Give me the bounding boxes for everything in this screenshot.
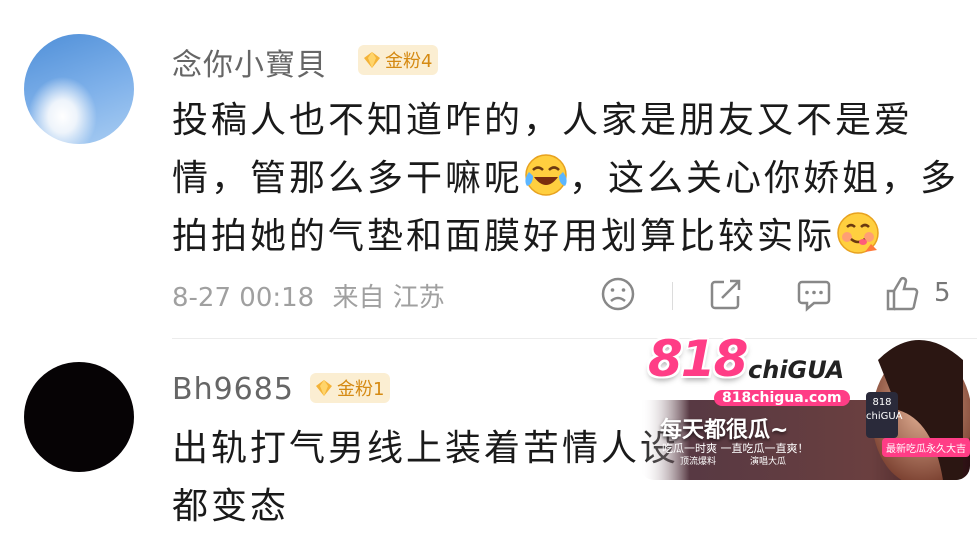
- badge-label: 金粉4: [385, 51, 433, 72]
- diamond-icon: [364, 52, 380, 68]
- comment-line-2: 情，管那么多干嘛呢 ，这么关心你娇姐，多: [172, 150, 962, 208]
- comment-line-4: 拍拍她的气垫和面膜好用划算比较实际: [172, 208, 962, 266]
- username[interactable]: 念你小寶貝: [172, 40, 327, 84]
- dislike-icon[interactable]: [598, 274, 638, 314]
- share-icon[interactable]: [706, 274, 746, 314]
- comment-line: 情，管那么多干嘛呢: [172, 158, 524, 199]
- like-count: 5: [934, 278, 951, 308]
- comment-line: 拍拍她的气垫和面膜好用划算比较实际: [172, 216, 836, 257]
- comment-line: 投稿人也不知道咋的，人家是朋友又不是爱: [172, 100, 914, 141]
- ad-tag: 最新吃瓜永久大吉: [882, 438, 970, 457]
- username[interactable]: Bh9685: [172, 372, 294, 407]
- avatar[interactable]: [24, 362, 134, 472]
- ad-brand: chiGUA: [748, 356, 845, 384]
- comment-text: 投稿人也不知道咋的，人家是朋友又不是爱 情，管那么多干嘛呢 ，这么关心你娇姐，多…: [172, 92, 962, 266]
- divider: [672, 282, 673, 310]
- timestamp: 8-27 00:18: [172, 283, 315, 313]
- fan-badge[interactable]: 金粉4: [358, 45, 439, 75]
- comment-icon[interactable]: [794, 274, 834, 314]
- comment-meta: 8-27 00:18 来自 江苏: [172, 277, 455, 314]
- ad-phone-card: 818 chiGUA: [866, 392, 903, 438]
- comment-line: 都变态: [172, 486, 290, 527]
- comment-line: ，这么关心你娇姐，多: [569, 158, 960, 199]
- yummy-emoji-icon: [837, 212, 879, 254]
- fan-badge[interactable]: 金粉1: [310, 373, 391, 403]
- location: 来自 江苏: [332, 283, 445, 313]
- comment-item: 念你小寶貝 金粉4 投稿人也不知道咋的，人家是朋友又不是爱 情，管那么多干嘛呢 …: [0, 0, 977, 340]
- avatar[interactable]: [24, 34, 134, 144]
- ad-logo: 818: [648, 330, 748, 388]
- like-icon[interactable]: [882, 274, 922, 314]
- ad-url: 818chigua.com: [714, 390, 850, 406]
- diamond-icon: [316, 380, 332, 396]
- badge-label: 金粉1: [337, 379, 385, 400]
- ad-banner[interactable]: 818 chiGUA 818chigua.com 每天都很瓜~ 吃瓜一时爽 一直…: [640, 330, 970, 480]
- laugh-cry-emoji-icon: [525, 154, 567, 196]
- ad-chip: 演唱大瓜: [750, 457, 787, 467]
- ad-chip: 顶流爆料: [680, 457, 717, 467]
